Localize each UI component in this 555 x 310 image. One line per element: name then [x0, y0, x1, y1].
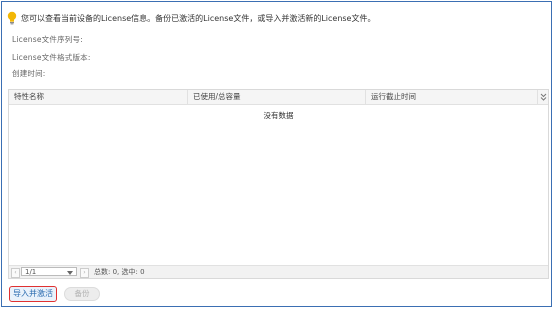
chevron-left-icon: ‹ — [14, 269, 17, 276]
format-version-label: License文件格式版本: — [12, 53, 91, 62]
serial-label: License文件序列号: — [12, 35, 83, 44]
page-select-value: 1/1 — [25, 268, 37, 276]
column-header-expiry-time[interactable]: 运行截止时间 — [365, 90, 537, 104]
created-time-label: 创建时间: — [12, 69, 46, 78]
double-chevron-down-icon — [540, 93, 546, 101]
page-select[interactable]: 1/1 — [21, 267, 77, 276]
empty-state-text: 没有数据 — [263, 111, 294, 120]
import-and-activate-button[interactable]: 导入并激活 — [9, 286, 57, 302]
tip-bar: 您可以查看当前设备的License信息。备份已激活的License文件，或导入并… — [6, 11, 375, 25]
table-header: 特性名称 已使用/总容量 运行截止时间 — [9, 90, 548, 105]
column-menu-button[interactable] — [537, 90, 548, 104]
license-panel: 您可以查看当前设备的License信息。备份已激活的License文件，或导入并… — [1, 1, 552, 307]
column-header-feature-name[interactable]: 特性名称 — [9, 90, 187, 104]
tip-text: 您可以查看当前设备的License信息。备份已激活的License文件，或导入并… — [21, 13, 376, 23]
backup-button[interactable]: 备份 — [64, 287, 100, 301]
pagination-summary: 总数: 0, 选中: 0 — [94, 268, 145, 276]
license-feature-table: 特性名称 已使用/总容量 运行截止时间 没有数据 ‹ 1/1 › 总数: 0, … — [8, 89, 549, 279]
pagination-bar: ‹ 1/1 › 总数: 0, 选中: 0 — [9, 265, 548, 278]
chevron-right-icon: › — [83, 269, 86, 276]
next-page-button[interactable]: › — [80, 268, 89, 278]
previous-page-button[interactable]: ‹ — [11, 268, 20, 278]
lightbulb-icon — [7, 11, 17, 25]
chevron-down-icon — [67, 271, 73, 275]
column-header-used-total[interactable]: 已使用/总容量 — [187, 90, 365, 104]
